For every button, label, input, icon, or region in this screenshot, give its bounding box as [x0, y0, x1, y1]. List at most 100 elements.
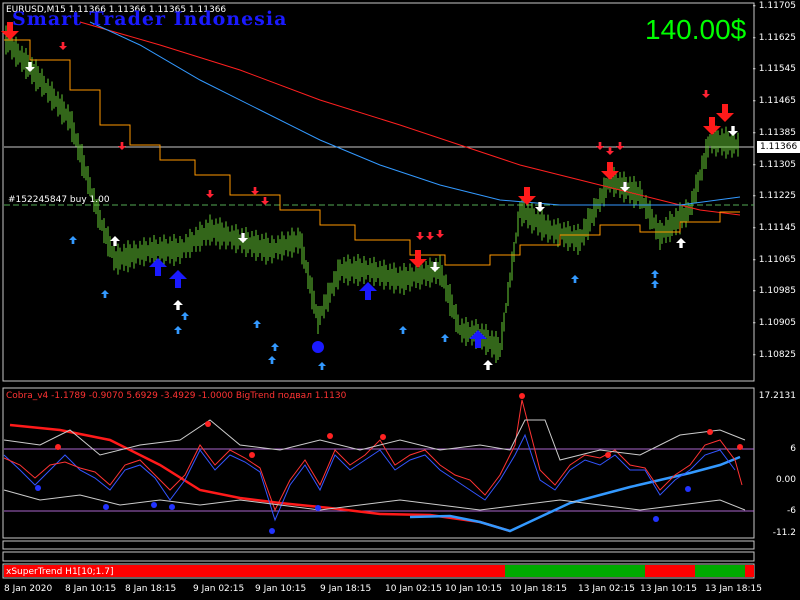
indicator-title-text: Cobra_v4 -1.1789 -0.9070 5.6929 -3.4929 …	[6, 391, 347, 401]
supertrend-segment	[645, 565, 695, 577]
indicator-axis-label: -11.2	[772, 528, 796, 538]
time-axis-label: 9 Jan 10:15	[255, 584, 307, 594]
arrow-down-icon	[59, 42, 67, 50]
time-axis-label: 10 Jan 18:15	[510, 584, 567, 594]
order-label[interactable]: #152245847 buy 1.00	[8, 195, 110, 206]
chart-canvas[interactable]	[0, 0, 800, 600]
watermark: Smart Trader Indonesia	[12, 8, 288, 30]
big-arrow-up-icon	[169, 270, 187, 288]
indicator-dot-red	[737, 444, 743, 450]
arrow-down-icon	[206, 190, 214, 198]
arrow-down-icon	[426, 232, 434, 240]
indicator-dot-blue	[169, 504, 175, 510]
time-axis-label: 10 Jan 10:15	[445, 584, 502, 594]
arrow-down-icon	[416, 232, 424, 240]
time-axis-label: 13 Jan 02:15	[578, 584, 635, 594]
arrow-up-icon	[253, 320, 261, 328]
supertrend-segment	[505, 565, 645, 577]
time-axis-label: 13 Jan 10:15	[640, 584, 697, 594]
supertrend-segment	[695, 565, 745, 577]
indicator-axis-label: 0.00	[775, 475, 796, 485]
arrow-up-outline-icon	[483, 360, 493, 370]
arrow-down-outline-icon	[728, 126, 738, 136]
arrow-up-icon	[441, 334, 449, 342]
price-axis-label: - 1.11545	[752, 64, 796, 75]
price-axis-label: - 1.11625	[752, 32, 796, 43]
arrow-down-icon	[118, 142, 126, 150]
arrow-down-icon	[702, 90, 710, 98]
arrow-down-icon	[251, 187, 259, 195]
indicator-axis-label: 17.2131	[758, 391, 796, 401]
indicator-axis-label: -6	[787, 506, 796, 516]
time-axis-label: 8 Jan 18:15	[125, 584, 177, 594]
arrow-up-icon	[271, 343, 279, 351]
ma-blue-line	[89, 21, 741, 206]
supertrend-segment	[745, 565, 754, 577]
indicator-dot-red	[605, 452, 611, 458]
arrow-up-icon	[651, 280, 659, 288]
main-panel-frame	[2, 2, 755, 382]
arrow-up-icon	[399, 326, 407, 334]
step-line	[4, 39, 740, 266]
price-axis-label: - 1.11385	[752, 127, 796, 138]
supertrend-bars	[4, 565, 754, 577]
price-axis-label: - 1.10825	[752, 349, 796, 360]
arrow-down-icon	[436, 230, 444, 238]
arrow-down-icon	[616, 142, 624, 150]
arrow-up-icon	[69, 236, 77, 244]
arrow-up-icon	[101, 290, 109, 298]
indicator-dot-red	[55, 444, 61, 450]
big-arrow-down-icon	[409, 250, 427, 268]
supertrend-label: xSuperTrend H1[10;1.7]	[6, 567, 114, 577]
price-axis-label: - 1.11305	[752, 159, 796, 170]
indicator-dot-red	[249, 452, 255, 458]
arrow-up-icon	[651, 270, 659, 278]
indicator-dots	[35, 393, 743, 534]
time-axis-label: 8 Jan 10:15	[65, 584, 117, 594]
price-axis-label: - 1.10905	[752, 318, 796, 328]
time-axis-label: 9 Jan 18:15	[320, 584, 372, 594]
indicator-title: Cobra_v4 -1.1789 -0.9070 5.6929 -3.4929 …	[6, 391, 346, 402]
indicator-dot-blue	[103, 504, 109, 510]
time-axis-label: 9 Jan 02:15	[193, 584, 245, 594]
indicator-axis-label: 6	[790, 444, 796, 454]
time-axis-label: 13 Jan 18:15	[705, 584, 762, 594]
price-axis-label: - 1.10985	[752, 286, 796, 297]
indicator-dot-red	[205, 421, 211, 427]
arrow-down-icon	[261, 197, 269, 205]
price-axis-label: - 1.11705	[752, 1, 796, 11]
indicator-lower-band	[3, 489, 746, 511]
signal-dot	[312, 341, 324, 353]
indicator-dot-blue	[315, 505, 321, 511]
candles	[5, 25, 739, 363]
arrow-up-outline-icon	[173, 300, 183, 310]
indicator-slow-line	[9, 423, 511, 533]
signal-arrows	[1, 22, 738, 370]
indicator-dot-red	[519, 393, 525, 399]
arrow-up-icon	[571, 275, 579, 283]
indicator-dot-blue	[151, 502, 157, 508]
arrow-down-icon	[606, 147, 614, 155]
empty-panel-1	[2, 540, 755, 550]
indicator-dot-red	[707, 429, 713, 435]
time-axis-label: 10 Jan 02:15	[385, 584, 442, 594]
ma-red-line	[79, 21, 741, 216]
price-axis-label: - 1.11225	[752, 191, 796, 202]
indicator-dot-red	[380, 434, 386, 440]
indicator-dot-red	[327, 433, 333, 439]
indicator-dot-blue	[269, 528, 275, 534]
big-arrow-down-icon	[716, 104, 734, 122]
price-axis-label: - 1.11065	[752, 254, 796, 265]
arrow-up-outline-icon	[676, 238, 686, 248]
arrow-up-icon	[268, 356, 276, 364]
indicator-dot-blue	[685, 486, 691, 492]
arrow-down-icon	[596, 142, 604, 150]
profit-display: 140.00$	[645, 14, 747, 45]
indicator-dot-blue	[35, 485, 41, 491]
price-axis-label: - 1.11465	[752, 96, 796, 107]
price-axis-label: - 1.11145	[752, 222, 796, 233]
time-axis-label: 8 Jan 2020	[4, 584, 53, 594]
arrow-up-icon	[174, 326, 182, 334]
arrow-up-icon	[181, 312, 189, 320]
indicator-panel-frame	[2, 387, 755, 539]
